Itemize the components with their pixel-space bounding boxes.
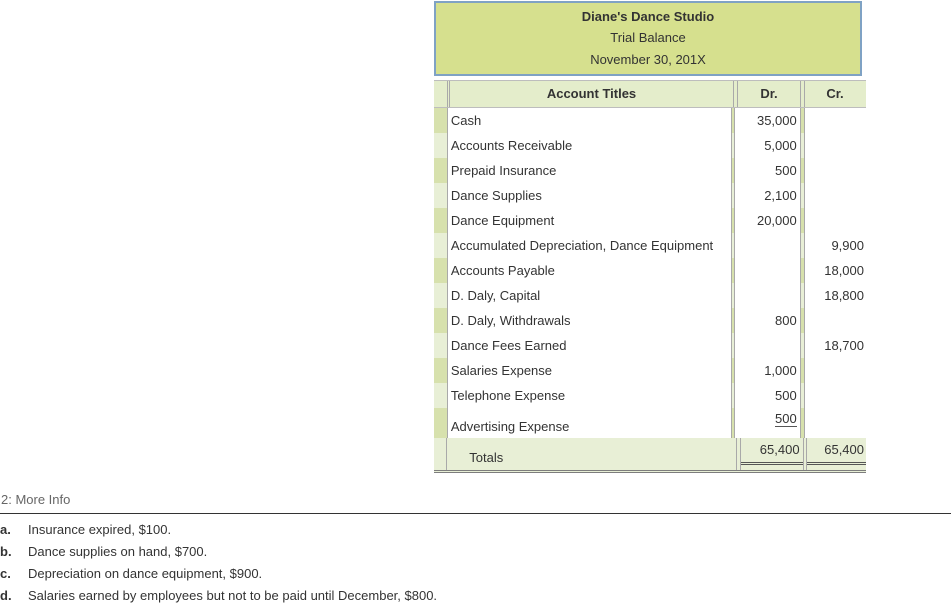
dr-amount: [735, 283, 800, 308]
cr-amount: [804, 208, 866, 233]
column-header-cr: Cr.: [826, 86, 844, 101]
report-title: Trial Balance: [610, 30, 686, 46]
dr-amount: 800: [735, 308, 800, 333]
cr-amount: [804, 133, 866, 158]
list-item: d. Salaries earned by employees but not …: [0, 585, 951, 607]
cr-amount: 18,000: [804, 258, 866, 283]
table-row: Dance Equipment 20,000: [434, 208, 866, 233]
report-date: November 30, 201X: [590, 52, 706, 68]
list-item: c. Depreciation on dance equipment, $900…: [0, 563, 951, 585]
cr-amount: [804, 183, 866, 208]
totals-row: Totals 65,400 65,400: [434, 438, 866, 473]
item-letter: b.: [0, 544, 12, 559]
column-header-dr: Dr.: [760, 86, 778, 101]
dr-amount: 500: [735, 158, 800, 183]
totals-label: Totals: [469, 450, 504, 465]
dr-amount: 500: [735, 383, 800, 408]
table-header-row: Account Titles Dr. Cr.: [434, 80, 866, 108]
dr-amount: 1,000: [735, 358, 800, 383]
list-item: a. Insurance expired, $100.: [0, 519, 951, 541]
more-info-section: 2: More Info a. Insurance expired, $100.…: [0, 491, 951, 607]
table-row: Prepaid Insurance 500: [434, 158, 866, 183]
cr-amount: [804, 108, 866, 133]
dr-amount: [735, 333, 800, 358]
cr-amount: 18,800: [804, 283, 866, 308]
company-name: Diane's Dance Studio: [581, 8, 715, 24]
trial-balance-table: Account Titles Dr. Cr. Cash 35,000 Accou…: [434, 80, 866, 473]
account-title: Advertising Expense: [447, 408, 731, 438]
table-row: Dance Supplies 2,100: [434, 183, 866, 208]
cr-amount: [804, 158, 866, 183]
cr-amount: 9,900: [804, 233, 866, 258]
account-title: Accounts Receivable: [447, 133, 731, 158]
account-title: D. Daly, Capital: [447, 283, 731, 308]
totals-cr: 65,400: [807, 438, 866, 465]
account-title: Dance Equipment: [447, 208, 731, 233]
item-letter: d.: [0, 588, 12, 603]
column-header-account-titles: Account Titles: [546, 86, 637, 101]
account-title: D. Daly, Withdrawals: [447, 308, 731, 333]
more-info-label: 2: More Info: [1, 492, 71, 507]
item-letter: c.: [0, 566, 11, 581]
table-row: Cash 35,000: [434, 108, 866, 133]
table-row: Accounts Payable 18,000: [434, 258, 866, 283]
dr-amount: 5,000: [735, 133, 800, 158]
dr-amount: 500: [775, 411, 797, 427]
account-title: Accumulated Depreciation, Dance Equipmen…: [447, 233, 731, 258]
item-letter: a.: [0, 522, 11, 537]
divider: [0, 513, 951, 514]
item-text: Insurance expired, $100.: [28, 522, 172, 537]
table-row: Dance Fees Earned 18,700: [434, 333, 866, 358]
table-row: Advertising Expense 500: [434, 408, 866, 438]
cr-amount: [804, 308, 866, 333]
table-row: Telephone Expense 500: [434, 383, 866, 408]
account-title: Cash: [447, 108, 731, 133]
item-text: Dance supplies on hand, $700.: [28, 544, 208, 559]
account-title: Telephone Expense: [447, 383, 731, 408]
item-text: Depreciation on dance equipment, $900.: [28, 566, 263, 581]
dr-amount: [735, 258, 800, 283]
dr-amount: 20,000: [735, 208, 800, 233]
more-info-list: a. Insurance expired, $100. b. Dance sup…: [0, 519, 951, 607]
account-title: Dance Fees Earned: [447, 333, 731, 358]
table-row: D. Daly, Capital 18,800: [434, 283, 866, 308]
account-title: Salaries Expense: [447, 358, 731, 383]
table-row: D. Daly, Withdrawals 800: [434, 308, 866, 333]
account-title: Accounts Payable: [447, 258, 731, 283]
account-title: Prepaid Insurance: [447, 158, 731, 183]
cr-amount: 18,700: [804, 333, 866, 358]
account-title: Dance Supplies: [447, 183, 731, 208]
table-row: Accounts Receivable 5,000: [434, 133, 866, 158]
dr-amount: [735, 233, 800, 258]
item-text: Salaries earned by employees but not to …: [28, 588, 438, 603]
list-item: b. Dance supplies on hand, $700.: [0, 541, 951, 563]
dr-amount: 2,100: [735, 183, 800, 208]
totals-dr: 65,400: [741, 438, 803, 465]
trial-balance-header: Diane's Dance Studio Trial Balance Novem…: [434, 1, 862, 76]
cr-amount: [804, 383, 866, 408]
cr-amount: [804, 358, 866, 383]
dr-amount: 35,000: [735, 108, 800, 133]
table-row: Accumulated Depreciation, Dance Equipmen…: [434, 233, 866, 258]
table-row: Salaries Expense 1,000: [434, 358, 866, 383]
